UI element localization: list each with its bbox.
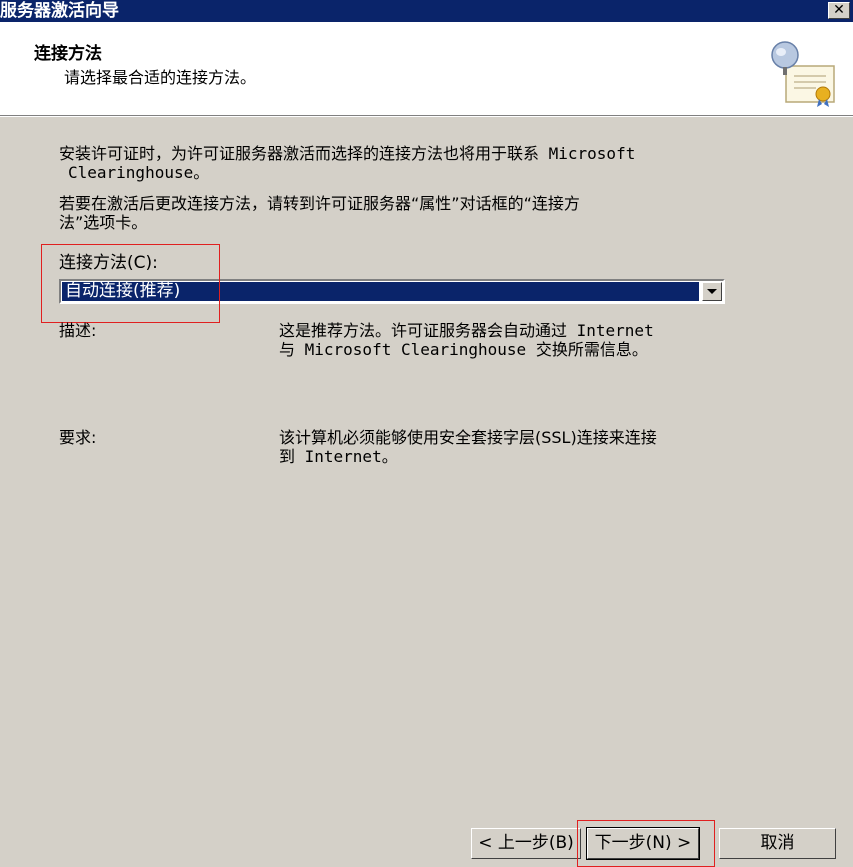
cancel-button[interactable]: 取消 — [719, 828, 836, 859]
annotation-box-next — [577, 820, 715, 867]
close-button[interactable]: ✕ — [828, 2, 850, 19]
requirement-text-line1: 该计算机必须能够使用安全套接字层(SSL)连接来连接 — [279, 428, 657, 447]
intro-text-line1: 安装许可证时，为许可证服务器激活而选择的连接方法也将用于联系 Microsoft — [59, 144, 636, 163]
header-divider — [0, 116, 853, 117]
change-text-line2: 法”选项卡。 — [59, 213, 148, 232]
close-icon: ✕ — [833, 2, 845, 18]
page-subtitle: 请选择最合适的连接方法。 — [64, 68, 257, 87]
annotation-box-method — [41, 244, 220, 323]
description-text-line1: 这是推荐方法。许可证服务器会自动通过 Internet — [279, 321, 654, 340]
page-title: 连接方法 — [34, 44, 102, 64]
window-title: 服务器激活向导 — [0, 1, 119, 21]
description-text-line2: 与 Microsoft Clearinghouse 交换所需信息。 — [279, 340, 648, 359]
intro-text-line2: Clearinghouse。 — [68, 163, 210, 182]
wizard-header: 连接方法 请选择最合适的连接方法。 — [0, 22, 853, 116]
change-text-line1: 若要在激活后更改连接方法，请转到许可证服务器“属性”对话框的“连接方 — [59, 194, 580, 213]
certificate-globe-icon — [771, 41, 835, 107]
requirement-text-line2: 到 Internet。 — [279, 447, 398, 466]
chevron-down-icon[interactable] — [702, 282, 722, 301]
requirement-label: 要求: — [59, 428, 97, 447]
description-label: 描述: — [59, 321, 97, 340]
title-bar: 服务器激活向导 ✕ — [0, 0, 853, 22]
back-button[interactable]: < 上一步(B) — [471, 828, 581, 859]
